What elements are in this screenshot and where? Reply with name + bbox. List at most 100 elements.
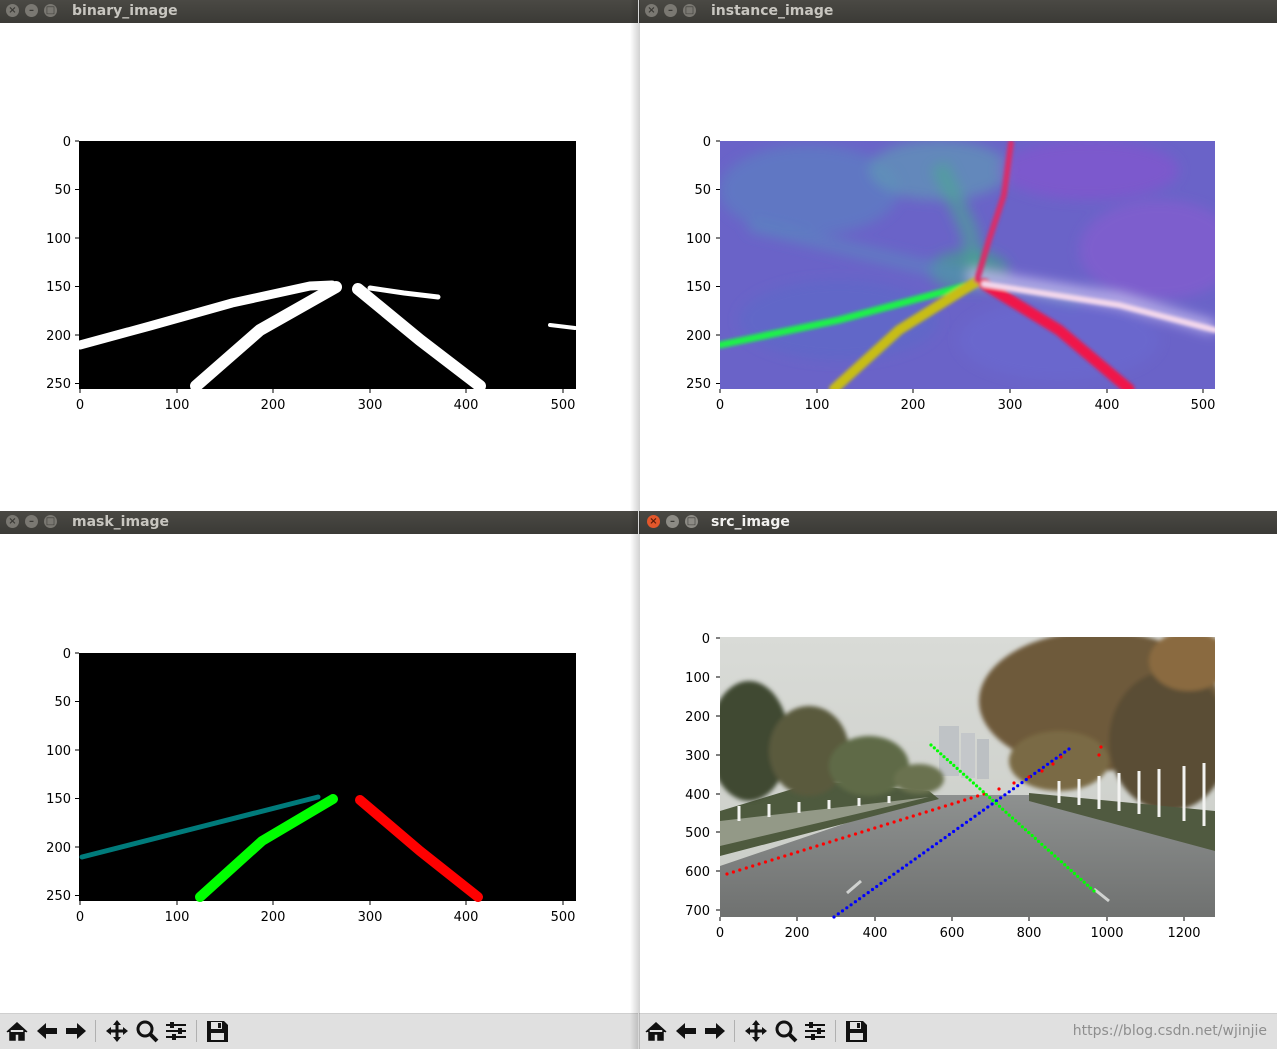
- y-tick-label: 100: [46, 744, 71, 759]
- lane-point: [1046, 848, 1050, 852]
- y-tick-label: 600: [685, 865, 710, 880]
- lane-point: [892, 820, 896, 824]
- zoom-icon[interactable]: [133, 1018, 161, 1044]
- x-tick-label: 0: [76, 398, 84, 413]
- lane-point: [1099, 745, 1103, 749]
- x-tick-label: 0: [76, 910, 84, 925]
- lane-point: [841, 836, 845, 840]
- lane-point: [975, 784, 979, 788]
- lane-point: [1056, 857, 1060, 861]
- y-tick-label: 250: [46, 889, 71, 904]
- road-photo: [720, 637, 1215, 917]
- forward-icon[interactable]: [62, 1018, 90, 1044]
- lane-point: [969, 796, 973, 800]
- lane-point: [924, 810, 928, 814]
- binary-image-plot[interactable]: 0 50 100 150 200 250 0 100 200 300 400 5…: [0, 0, 638, 503]
- y-tick-label: 200: [46, 329, 71, 344]
- lane-point: [847, 834, 851, 838]
- instance-image-plot[interactable]: 0 50 100 150 200 250 0 100 200 300 400 5…: [639, 0, 1277, 503]
- lane-point: [1089, 886, 1093, 890]
- lane-point: [1085, 883, 1090, 887]
- lane-point: [751, 864, 755, 868]
- lane-point: [834, 838, 838, 842]
- lane-point: [1072, 871, 1076, 876]
- lane-point: [931, 808, 935, 812]
- lane-point: [1050, 851, 1054, 855]
- pan-icon[interactable]: [742, 1018, 770, 1044]
- save-icon[interactable]: [842, 1018, 870, 1044]
- lane-point: [969, 817, 973, 821]
- mask-image-plot[interactable]: 0 50 100 150 200 250 0 100 200 300 400 5…: [0, 511, 638, 1011]
- lane-point: [1003, 793, 1007, 797]
- lane-point: [1030, 833, 1034, 838]
- lane-point: [1063, 863, 1067, 867]
- lane-point: [937, 806, 941, 810]
- lane-point: [911, 814, 915, 818]
- lane-point: [849, 903, 853, 907]
- x-tick-label: 600: [940, 926, 965, 941]
- lane-point: [1027, 831, 1031, 835]
- back-icon[interactable]: [672, 1018, 700, 1044]
- configure-subplots-icon[interactable]: [162, 1018, 190, 1044]
- lane-point: [1041, 765, 1045, 769]
- lane-point: [939, 839, 943, 843]
- lane-point: [1051, 762, 1055, 766]
- x-tick-label: 500: [551, 910, 576, 925]
- lane-point: [981, 790, 985, 794]
- lane-point: [731, 870, 735, 874]
- lane-point: [1020, 781, 1024, 785]
- lane-point: [900, 866, 904, 870]
- home-icon[interactable]: [3, 1018, 31, 1044]
- save-icon[interactable]: [203, 1018, 231, 1044]
- y-tick-label: 150: [686, 280, 711, 295]
- lane-point: [1024, 777, 1028, 782]
- home-icon[interactable]: [642, 1018, 670, 1044]
- lane-point: [984, 793, 988, 797]
- lane-point: [952, 763, 956, 767]
- y-tick-label: 0: [63, 647, 71, 662]
- lane-point: [935, 749, 940, 753]
- lane-point: [1011, 787, 1016, 791]
- lane-point: [971, 781, 975, 785]
- y-tick-label: 0: [702, 632, 710, 647]
- lane-point: [945, 758, 949, 762]
- watermark: https://blog.csdn.net/wjinjie: [1072, 1023, 1267, 1039]
- y-tick-label: 700: [685, 904, 710, 919]
- pan-icon[interactable]: [103, 1018, 131, 1044]
- lane-point: [883, 878, 887, 882]
- back-icon[interactable]: [33, 1018, 61, 1044]
- x-tick-label: 200: [261, 398, 286, 413]
- lane-point: [930, 845, 934, 849]
- lane-point: [955, 766, 959, 770]
- y-tick-label: 200: [46, 841, 71, 856]
- lane-point: [789, 852, 793, 856]
- lane-point: [1037, 768, 1041, 772]
- lane-point: [999, 796, 1003, 800]
- lane-point: [845, 906, 849, 910]
- lane-point: [986, 805, 990, 809]
- lane-point: [1067, 747, 1071, 751]
- lane-point: [917, 854, 922, 858]
- lane-point: [918, 812, 922, 816]
- x-tick-label: 400: [863, 926, 888, 941]
- x-tick-label: 300: [358, 910, 383, 925]
- lane-point: [952, 829, 956, 834]
- forward-icon[interactable]: [701, 1018, 729, 1044]
- lane-point: [879, 824, 883, 828]
- lane-point: [905, 816, 909, 820]
- lane-point: [963, 798, 967, 802]
- lane-point: [744, 866, 748, 870]
- lane-point: [942, 755, 946, 759]
- lane-point: [832, 915, 836, 919]
- lane-point: [873, 826, 877, 830]
- src-image-plot[interactable]: 0 100 200 300 400 500 600 700 0 200 400 …: [639, 511, 1277, 1011]
- toolbar-separator: [835, 1020, 836, 1042]
- x-tick-label: 200: [261, 910, 286, 925]
- configure-subplots-icon[interactable]: [801, 1018, 829, 1044]
- x-tick-label: 400: [454, 910, 479, 925]
- y-tick-label: 300: [685, 749, 710, 764]
- lane-point: [860, 830, 864, 834]
- x-tick-label: 1200: [1167, 926, 1200, 941]
- lane-point: [1059, 860, 1063, 864]
- zoom-icon[interactable]: [772, 1018, 800, 1044]
